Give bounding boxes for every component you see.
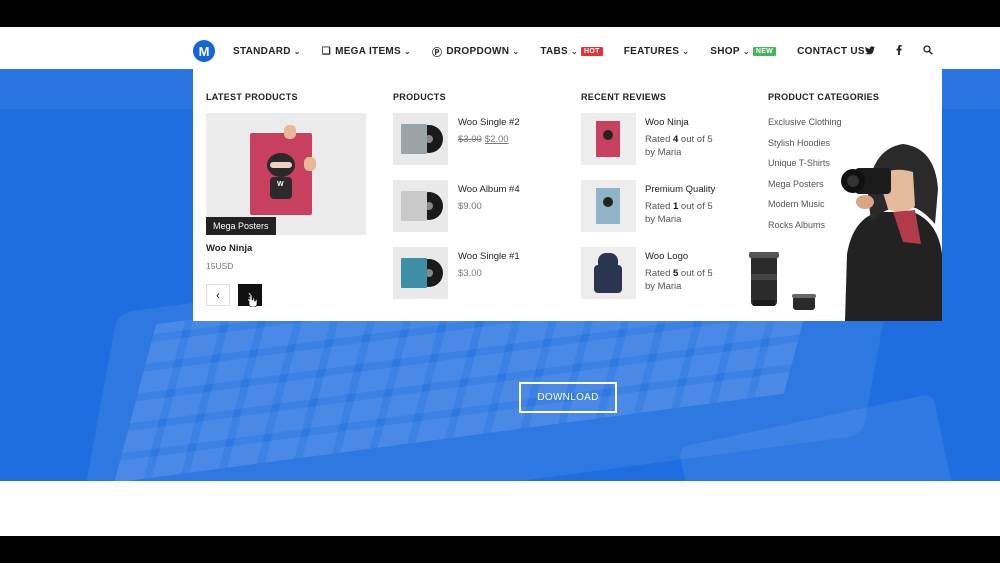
latest-product-price: 15USD bbox=[206, 261, 234, 271]
chevron-down-icon: ⌄ bbox=[293, 47, 301, 56]
review-item[interactable]: Premium Quality Rated 1 out of 5 by Mari… bbox=[581, 180, 741, 232]
ninja-logo-mark: W bbox=[277, 181, 284, 188]
ninja-eyes-shape bbox=[270, 162, 292, 168]
review-thumbnail bbox=[581, 113, 636, 165]
album-sleeve-shape bbox=[401, 258, 427, 288]
review-rating-text: Rated 1 out of 5 by Maria bbox=[645, 200, 740, 226]
products-title: PRODUCTS bbox=[393, 92, 446, 102]
hand-shape bbox=[304, 157, 316, 171]
review-thumbnail bbox=[581, 180, 636, 232]
menu-item-dropdown[interactable]: Ⓟ DROPDOWN ⌄ bbox=[432, 44, 519, 59]
menu-item-label: CONTACT US bbox=[797, 46, 865, 57]
letterbox-bottom bbox=[0, 536, 1000, 563]
old-price: $3.00 bbox=[458, 134, 482, 145]
chevron-down-icon: ⌄ bbox=[742, 47, 750, 56]
main-navbar: M STANDARD ⌄ ❏ MEGA ITEMS ⌄ Ⓟ DROPDOWN ⌄… bbox=[0, 34, 1000, 69]
menu-item-mega-items[interactable]: ❏ MEGA ITEMS ⌄ bbox=[322, 46, 411, 57]
menu-item-label: STANDARD bbox=[233, 46, 291, 57]
menu-item-shop[interactable]: SHOP ⌄ NEW bbox=[710, 46, 777, 57]
ninja-head-shape bbox=[603, 197, 613, 207]
menu-item-label: DROPDOWN bbox=[446, 46, 510, 57]
product-thumbnail bbox=[393, 180, 448, 232]
album-sleeve-shape bbox=[401, 124, 427, 154]
menu-item-label: FEATURES bbox=[623, 46, 680, 57]
review-rating-text: Rated 5 out of 5 by Maria bbox=[645, 267, 740, 293]
product-price: $3.00 $2.00 bbox=[458, 134, 509, 145]
rating-prefix: Rated bbox=[645, 134, 673, 145]
ninja-poster-image: W bbox=[250, 133, 312, 215]
letterbox-top bbox=[0, 0, 1000, 27]
review-product-name[interactable]: Premium Quality bbox=[645, 184, 715, 195]
rating-prefix: Rated bbox=[645, 268, 673, 279]
download-button[interactable]: DOWNLOAD bbox=[519, 382, 617, 413]
product-name[interactable]: Woo Album #4 bbox=[458, 184, 520, 195]
review-product-name[interactable]: Woo Ninja bbox=[645, 117, 689, 128]
review-item[interactable]: Woo Logo Rated 5 out of 5 by Maria bbox=[581, 247, 741, 299]
review-author: by Maria bbox=[645, 147, 682, 158]
hoodie-body-shape bbox=[594, 265, 622, 293]
search-icon[interactable] bbox=[922, 45, 934, 58]
menu-item-tabs[interactable]: TABS ⌄ HOT bbox=[540, 46, 603, 57]
latest-product-image[interactable]: W Mega Posters bbox=[206, 113, 366, 235]
hand-shape bbox=[284, 125, 296, 139]
rating-prefix: Rated bbox=[645, 201, 673, 212]
rating-suffix: out of 5 bbox=[678, 134, 713, 145]
site-logo[interactable]: M bbox=[193, 40, 215, 62]
product-price: $3.00 bbox=[458, 268, 482, 279]
image-category-tag[interactable]: Mega Posters bbox=[206, 217, 276, 235]
album-sleeve-shape bbox=[401, 191, 427, 221]
facebook-icon[interactable] bbox=[893, 45, 905, 58]
product-thumbnail bbox=[393, 247, 448, 299]
review-thumbnail bbox=[581, 247, 636, 299]
product-categories-title: PRODUCT CATEGORIES bbox=[768, 92, 880, 102]
product-item[interactable]: Woo Single #2 $3.00 $2.00 bbox=[393, 113, 563, 165]
review-rating-text: Rated 4 out of 5 by Maria bbox=[645, 133, 740, 159]
product-name[interactable]: Woo Single #1 bbox=[458, 251, 520, 262]
mega-menu-panel: LATEST PRODUCTS W Mega Posters Woo Ninja… bbox=[193, 69, 942, 321]
product-item[interactable]: Woo Single #1 $3.00 bbox=[393, 247, 563, 299]
menu-item-features[interactable]: FEATURES ⌄ bbox=[624, 46, 690, 57]
recent-reviews-title: RECENT REVIEWS bbox=[581, 92, 667, 102]
chevron-down-icon: ⌄ bbox=[682, 47, 690, 56]
hot-badge: HOT bbox=[581, 47, 603, 56]
review-item[interactable]: Woo Ninja Rated 4 out of 5 by Maria bbox=[581, 113, 741, 165]
rating-suffix: out of 5 bbox=[678, 268, 713, 279]
new-badge: NEW bbox=[752, 47, 777, 56]
latest-products-title: LATEST PRODUCTS bbox=[206, 92, 298, 102]
latest-product-name[interactable]: Woo Ninja bbox=[206, 243, 252, 254]
chevron-down-icon: ⌄ bbox=[571, 47, 579, 56]
rating-suffix: out of 5 bbox=[678, 201, 713, 212]
sale-price: $2.00 bbox=[484, 134, 509, 145]
chevron-down-icon: ⌄ bbox=[404, 47, 412, 56]
chevron-down-icon: ⌄ bbox=[512, 47, 520, 56]
ninja-head-shape bbox=[603, 130, 613, 140]
product-thumbnail bbox=[393, 113, 448, 165]
review-product-name[interactable]: Woo Logo bbox=[645, 251, 688, 262]
photographer-image bbox=[749, 144, 942, 321]
social-links bbox=[864, 34, 934, 69]
menu-item-standard[interactable]: STANDARD ⌄ bbox=[233, 46, 301, 57]
review-author: by Maria bbox=[645, 214, 682, 225]
main-menu: STANDARD ⌄ ❏ MEGA ITEMS ⌄ Ⓟ DROPDOWN ⌄ T… bbox=[233, 34, 896, 69]
product-item[interactable]: Woo Album #4 $9.00 bbox=[393, 180, 563, 232]
menu-item-label: SHOP bbox=[710, 46, 740, 57]
wordpress-icon: Ⓟ bbox=[432, 48, 443, 59]
cube-icon: ❏ bbox=[321, 46, 332, 57]
page: DOWNLOAD M STANDARD ⌄ ❏ MEGA ITEMS ⌄ Ⓟ D… bbox=[0, 27, 1000, 536]
chevron-left-icon: ‹ bbox=[216, 288, 220, 302]
carousel-prev-button[interactable]: ‹ bbox=[206, 284, 230, 306]
review-author: by Maria bbox=[645, 281, 682, 292]
product-price: $9.00 bbox=[458, 201, 482, 212]
twitter-icon[interactable] bbox=[864, 45, 876, 58]
hand-cursor-icon bbox=[247, 295, 257, 307]
menu-item-label: MEGA ITEMS bbox=[335, 46, 402, 57]
menu-item-label: TABS bbox=[540, 46, 569, 57]
product-name[interactable]: Woo Single #2 bbox=[458, 117, 520, 128]
